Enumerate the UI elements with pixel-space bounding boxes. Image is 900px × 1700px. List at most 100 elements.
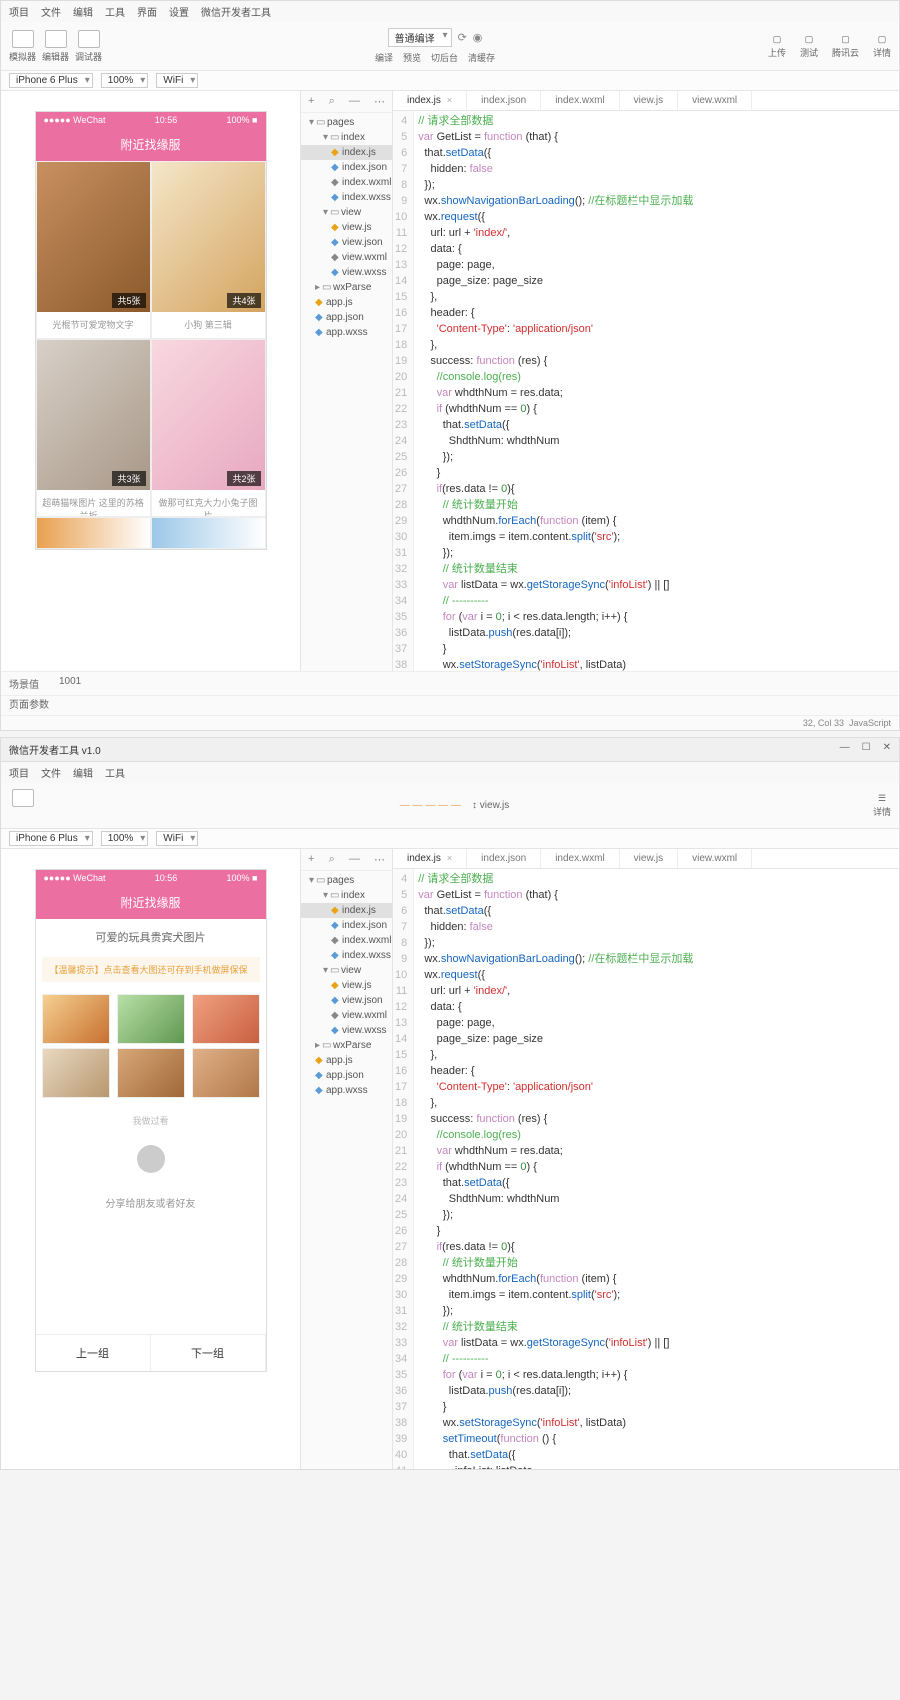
tree-file[interactable]: ◆view.wxss <box>301 265 392 280</box>
tree-file[interactable]: ◆app.wxss <box>301 1083 392 1098</box>
tree-file[interactable]: ◆index.json <box>301 160 392 175</box>
tree-file[interactable]: ◆index.json <box>301 918 392 933</box>
thumbnail[interactable] <box>117 1048 185 1098</box>
thumbnail[interactable] <box>42 994 110 1044</box>
menu-item[interactable]: 工具 <box>105 765 125 780</box>
tree-file[interactable]: ◆view.wxml <box>301 250 392 265</box>
menu-item[interactable]: 文件 <box>41 4 61 19</box>
tree-tool[interactable]: + <box>308 853 314 866</box>
gallery-card[interactable]: 共4张小狗 第三辑 <box>151 161 266 339</box>
toolbar-debugger[interactable]: 调试器 <box>75 30 102 63</box>
menu-item[interactable]: 工具 <box>105 4 125 19</box>
close-tab-icon[interactable]: × <box>447 853 452 863</box>
close-tab-icon[interactable]: × <box>447 95 452 105</box>
tree-tool[interactable]: + <box>308 95 314 108</box>
menu-item[interactable]: 编辑 <box>73 4 93 19</box>
editor-tab[interactable]: index.json <box>467 849 541 868</box>
gallery-card[interactable]: 共3张超萌猫咪图片 这里的苏格兰折… <box>36 339 151 517</box>
toolbar-simulator[interactable]: 模拟器 <box>9 789 36 822</box>
tree-file[interactable]: ▾▭view <box>301 963 392 978</box>
tree-file[interactable]: ◆app.json <box>301 1068 392 1083</box>
menu-item[interactable]: 微信开发者工具 <box>201 4 271 19</box>
editor-tab[interactable]: view.wxml <box>678 91 752 110</box>
menu-item[interactable]: 项目 <box>9 765 29 780</box>
tree-tool[interactable]: — <box>349 95 360 108</box>
close-icon[interactable]: ✕ <box>883 742 891 757</box>
device-select[interactable]: iPhone 6 Plus <box>9 73 93 88</box>
tree-tool[interactable]: ⋯ <box>374 853 385 866</box>
tree-file[interactable]: ◆view.wxss <box>301 1023 392 1038</box>
editor-tab[interactable]: view.js <box>620 849 678 868</box>
zoom-select[interactable]: 100% <box>101 73 149 88</box>
toolbar-simulator[interactable]: 模拟器 <box>9 30 36 63</box>
toolbar-action[interactable]: 编译 <box>375 51 393 64</box>
editor-tab[interactable]: index.wxml <box>541 849 619 868</box>
editor-tab[interactable]: index.js× <box>393 91 467 110</box>
gallery-card[interactable]: 共5张光棍节可爱宠物文字 <box>36 161 151 339</box>
thumbnail[interactable] <box>117 994 185 1044</box>
eye-icon[interactable]: ◉ <box>473 31 483 44</box>
tree-file[interactable]: ▸▭wxParse <box>301 280 392 295</box>
network-select[interactable]: WiFi <box>156 831 198 846</box>
editor-tab[interactable]: index.js× <box>393 849 467 868</box>
tree-file[interactable]: ◆index.js <box>301 903 392 918</box>
tree-file[interactable]: ◆index.wxml <box>301 933 392 948</box>
menu-item[interactable]: 文件 <box>41 765 61 780</box>
tree-file[interactable]: ▾▭index <box>301 888 392 903</box>
next-button[interactable]: 下一组 <box>151 1335 266 1371</box>
tree-file[interactable]: ◆app.js <box>301 1053 392 1068</box>
tree-file[interactable]: ◆app.wxss <box>301 325 392 340</box>
menu-item[interactable]: 编辑 <box>73 765 93 780</box>
tree-file[interactable]: ◆index.wxml <box>301 175 392 190</box>
tree-file[interactable]: ◆index.wxss <box>301 948 392 963</box>
compile-mode-select[interactable]: 普通编译 <box>388 28 452 47</box>
tree-file[interactable]: ◆view.wxml <box>301 1008 392 1023</box>
toolbar-editor[interactable]: 编辑器 <box>42 30 69 63</box>
toolbar-action[interactable]: 清缓存 <box>468 51 495 64</box>
details-button[interactable]: ☰详情 <box>873 793 891 818</box>
menu-item[interactable]: 界面 <box>137 4 157 19</box>
window-title: 微信开发者工具 v1.0 <box>9 742 101 757</box>
editor-tab[interactable]: index.wxml <box>541 91 619 110</box>
toolbar-right-item[interactable]: ▢测试 <box>800 34 818 59</box>
thumbnail[interactable] <box>192 1048 260 1098</box>
device-select[interactable]: iPhone 6 Plus <box>9 831 93 846</box>
tree-file[interactable]: ▸▭wxParse <box>301 1038 392 1053</box>
share-text[interactable]: 分享给朋友或者好友 <box>36 1181 266 1224</box>
network-select[interactable]: WiFi <box>156 73 198 88</box>
tree-tool[interactable]: — <box>349 853 360 866</box>
gallery-card[interactable]: 共2张做那可红克大力小兔子图片 <box>151 339 266 517</box>
thumbnail[interactable] <box>192 994 260 1044</box>
minimize-icon[interactable]: — <box>840 742 850 757</box>
tree-file[interactable]: ◆app.js <box>301 295 392 310</box>
tree-tool[interactable]: ⌕ <box>329 853 335 866</box>
tree-folder-pages[interactable]: ▾▭pages <box>301 115 392 130</box>
editor-tab[interactable]: view.js <box>620 91 678 110</box>
tree-tool[interactable]: ⋯ <box>374 95 385 108</box>
tree-file[interactable]: ◆index.wxss <box>301 190 392 205</box>
toolbar-action[interactable]: 预览 <box>403 51 421 64</box>
tree-file[interactable]: ◆view.js <box>301 978 392 993</box>
toolbar-right-item[interactable]: ▢上传 <box>768 34 786 59</box>
prev-button[interactable]: 上一组 <box>36 1335 151 1371</box>
toolbar-right-item[interactable]: ▢详情 <box>873 34 891 59</box>
tree-file[interactable]: ◆view.json <box>301 993 392 1008</box>
maximize-icon[interactable]: ☐ <box>862 742 871 757</box>
toolbar-action[interactable]: 切后台 <box>431 51 458 64</box>
refresh-icon[interactable]: ⟳ <box>458 31 467 44</box>
editor-tab[interactable]: index.json <box>467 91 541 110</box>
count-badge: 共5张 <box>112 293 145 308</box>
tree-file[interactable]: ◆index.js <box>301 145 392 160</box>
editor-tab[interactable]: view.wxml <box>678 849 752 868</box>
tree-file[interactable]: ◆view.json <box>301 235 392 250</box>
menu-item[interactable]: 项目 <box>9 4 29 19</box>
zoom-select[interactable]: 100% <box>101 831 149 846</box>
thumbnail[interactable] <box>42 1048 110 1098</box>
menu-item[interactable]: 设置 <box>169 4 189 19</box>
tree-file[interactable]: ▾▭view <box>301 205 392 220</box>
tree-tool[interactable]: ⌕ <box>329 95 335 108</box>
tree-file[interactable]: ▾▭index <box>301 130 392 145</box>
tree-file[interactable]: ◆app.json <box>301 310 392 325</box>
toolbar-right-item[interactable]: ▢腾讯云 <box>832 34 859 59</box>
tree-file[interactable]: ◆view.js <box>301 220 392 235</box>
